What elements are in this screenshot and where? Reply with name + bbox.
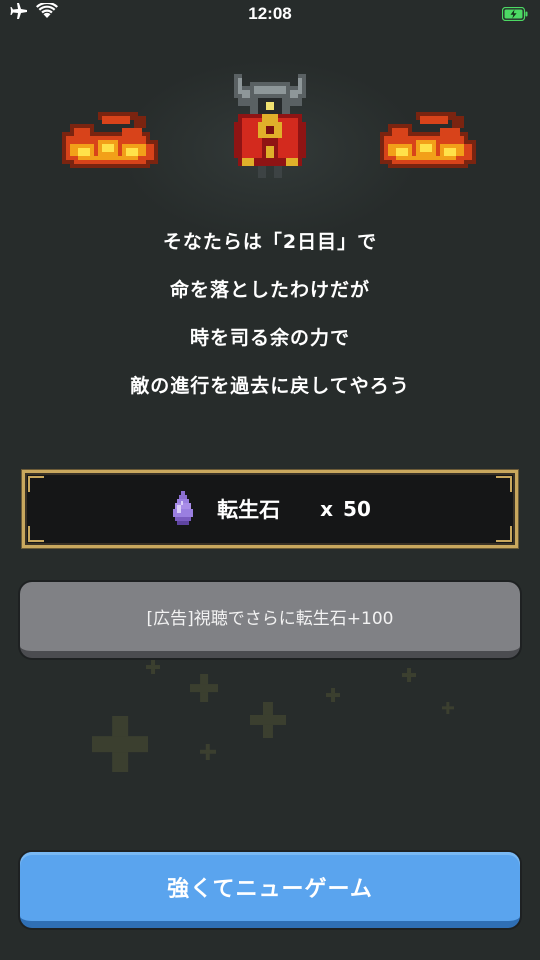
fire-sprite-left bbox=[62, 112, 158, 168]
sparkle-decoration bbox=[146, 660, 160, 674]
status-bar: 12:08 bbox=[0, 0, 540, 30]
dialogue-line-3: 時を司る余の力で bbox=[189, 327, 350, 349]
game-screen: 12:08 そなたらは「2日目」で 命を落としたわけだが 時を司る余の力で 敵の… bbox=[0, 0, 540, 960]
purple-gem-icon bbox=[173, 491, 194, 525]
dialogue-line-1: そなたらは「2日目」で bbox=[162, 231, 378, 253]
dialogue-text: そなたらは「2日目」で 命を落としたわけだが 時を司る余の力で 敵の進行を過去に… bbox=[0, 222, 540, 414]
sparkle-decoration bbox=[200, 744, 216, 760]
reward-item-name: 転生石 bbox=[217, 498, 281, 522]
reward-panel: 転生石 x 50 bbox=[22, 470, 518, 548]
dialogue-line-2: 命を落としたわけだが bbox=[169, 279, 370, 301]
battery-charging-icon bbox=[502, 7, 528, 21]
time-lord-boss-sprite bbox=[234, 74, 306, 178]
sparkle-decoration bbox=[402, 668, 416, 682]
dialogue-line-4: 敵の進行を過去に戻してやろう bbox=[130, 375, 410, 397]
new-game-plus-button[interactable]: 強くてニューゲーム bbox=[20, 852, 520, 928]
sparkle-decoration bbox=[442, 702, 454, 714]
reward-content: 転生石 x 50 bbox=[25, 473, 515, 545]
fire-sprite-right bbox=[380, 112, 476, 168]
sparkle-decoration bbox=[326, 688, 340, 702]
sparkle-decoration bbox=[190, 674, 218, 702]
reward-multiplier: x bbox=[320, 497, 334, 521]
watch-ad-button[interactable]: [広告]視聴でさらに転生石+100 bbox=[20, 582, 520, 658]
sparkle-decoration bbox=[250, 702, 286, 738]
sparkle-decoration bbox=[92, 716, 148, 772]
reward-count: 50 bbox=[343, 497, 371, 521]
clock-time: 12:08 bbox=[248, 4, 292, 23]
